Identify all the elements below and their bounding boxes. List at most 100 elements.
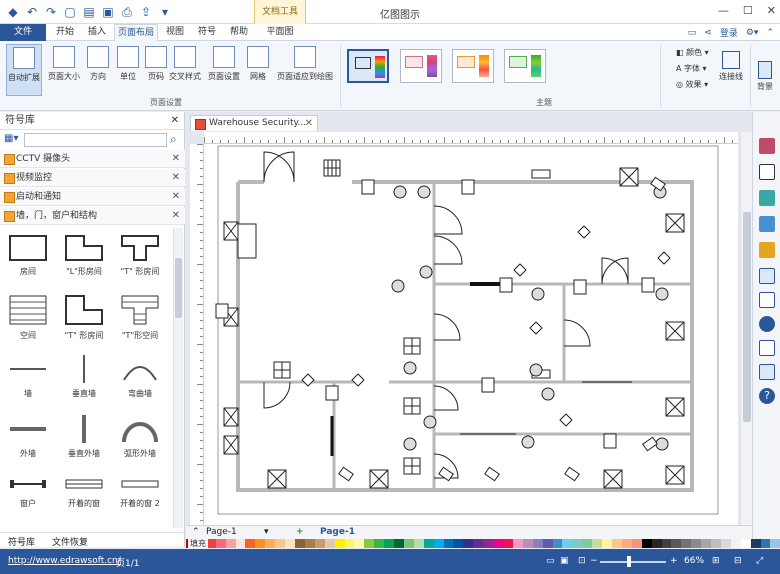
shape-wall[interactable]: 墙 <box>0 354 56 399</box>
palette-swatch[interactable] <box>701 539 712 548</box>
website-link[interactable]: http://www.edrawsoft.cn/ <box>8 556 121 566</box>
palette-swatch[interactable] <box>324 539 335 548</box>
colors-dropdown[interactable]: ◧ 颜色 ▾ <box>676 45 709 61</box>
palette-swatch[interactable] <box>433 539 444 548</box>
palette-swatch[interactable] <box>760 539 771 548</box>
note-icon[interactable] <box>759 340 775 356</box>
page-dropdown-icon[interactable]: ▾ <box>264 527 269 537</box>
maximize-icon[interactable]: ☐ <box>743 4 753 17</box>
category-close-icon[interactable]: ✕ <box>172 150 180 168</box>
palette-swatch[interactable] <box>661 539 672 548</box>
fit-width-icon[interactable]: ⊟ <box>734 556 742 566</box>
palette-swatch[interactable] <box>225 539 236 548</box>
page-size-button[interactable]: 页面大小 <box>46 44 82 96</box>
redo-icon[interactable]: ↷ <box>44 5 58 19</box>
fill-tool-icon[interactable] <box>759 138 775 154</box>
tab-symbol-library[interactable]: 符号库 <box>8 535 35 548</box>
zoom-in-icon[interactable]: + <box>670 556 678 566</box>
category-close-icon[interactable]: ✕ <box>172 207 180 225</box>
close-icon[interactable]: ✕ <box>767 4 776 17</box>
image-tool-icon[interactable] <box>759 216 775 232</box>
palette-swatch[interactable] <box>542 539 553 548</box>
export-icon[interactable]: ⇪ <box>139 5 153 19</box>
layer-tool-icon[interactable] <box>759 242 775 258</box>
grid-button[interactable]: 网格 <box>244 44 272 96</box>
palette-swatch[interactable] <box>275 539 286 548</box>
category-close-icon[interactable]: ✕ <box>172 169 180 187</box>
shape-outer-wall[interactable]: 外墙 <box>0 414 56 459</box>
fit-page-icon[interactable]: ⊡ <box>578 556 586 566</box>
palette-swatch[interactable] <box>245 539 256 548</box>
shape-t-space[interactable]: "T"形空间 <box>112 294 168 341</box>
theme-2[interactable] <box>400 49 442 83</box>
minimize-icon[interactable]: — <box>718 4 729 17</box>
theme-3[interactable] <box>452 49 494 83</box>
palette-swatch[interactable] <box>691 539 702 548</box>
connector-button[interactable]: 连接线 <box>716 47 746 82</box>
shape-space[interactable]: 空间 <box>0 294 56 341</box>
ribbon-collapse-icon[interactable]: ⌃ <box>766 28 774 38</box>
palette-swatch[interactable] <box>720 539 731 548</box>
shape-t-room-2[interactable]: "T" 形房间 <box>56 294 112 341</box>
palette-swatch[interactable] <box>770 539 780 548</box>
undo-icon[interactable]: ↶ <box>25 5 39 19</box>
login-link[interactable]: 登录 <box>720 26 738 39</box>
open-icon[interactable]: ▤ <box>82 5 96 19</box>
palette-swatch[interactable] <box>334 539 345 548</box>
tab-view[interactable]: 视图 <box>160 24 190 41</box>
shape-vertical-outer-wall[interactable]: 垂直外墙 <box>56 414 112 459</box>
palette-swatch[interactable] <box>483 539 494 548</box>
palette-swatch[interactable] <box>443 539 454 548</box>
palette-swatch[interactable] <box>493 539 503 548</box>
shape-arc-outer-wall[interactable]: 弧形外墙 <box>112 414 168 459</box>
palette-swatch[interactable] <box>463 539 474 548</box>
globe-icon[interactable] <box>759 316 775 332</box>
palette-swatch[interactable] <box>314 539 325 548</box>
palette-swatch[interactable] <box>344 539 355 548</box>
palette-swatch[interactable] <box>522 539 533 548</box>
shape-open-window-2[interactable]: 开着的窗 2 <box>112 474 168 509</box>
theme-1[interactable] <box>347 49 389 83</box>
tab-insert[interactable]: 插入 <box>82 24 112 41</box>
share-screen-icon[interactable]: ▭ <box>688 28 697 38</box>
effects-dropdown[interactable]: ◎ 效果 ▾ <box>676 77 709 93</box>
shape-l-room[interactable]: "L"形房间 <box>56 234 112 277</box>
palette-swatch[interactable] <box>473 539 484 548</box>
tab-symbols[interactable]: 符号 <box>192 24 222 41</box>
palette-swatch[interactable] <box>532 539 543 548</box>
view-normal-icon[interactable]: ▭ <box>546 556 555 566</box>
shape-vertical-wall[interactable]: 垂直墙 <box>56 354 112 399</box>
document-tab[interactable]: Warehouse Security... ✕ <box>190 115 318 131</box>
palette-swatch[interactable] <box>512 539 523 548</box>
palette-swatch[interactable] <box>740 539 751 548</box>
settings-gear-icon[interactable]: ⚙▾ <box>746 28 759 38</box>
palette-swatch[interactable] <box>394 539 404 548</box>
library-scrollbar[interactable] <box>173 228 183 528</box>
vertical-scroll-thumb[interactable] <box>743 212 751 422</box>
palette-swatch[interactable] <box>364 539 375 548</box>
palette-swatch[interactable] <box>750 539 761 548</box>
palette-swatch[interactable] <box>423 539 434 548</box>
customize-icon[interactable]: ▾ <box>158 5 172 19</box>
palette-swatch[interactable] <box>255 539 266 548</box>
palette-swatch[interactable] <box>215 539 226 548</box>
palette-swatch[interactable] <box>621 539 632 548</box>
palette-swatch[interactable] <box>453 539 464 548</box>
page-tab[interactable]: Page-1 <box>320 527 355 537</box>
page-selector[interactable]: Page-1 <box>206 527 237 537</box>
jump-style-button[interactable]: 交叉样式 <box>166 44 204 96</box>
palette-swatch[interactable] <box>562 539 573 548</box>
fit-to-drawing-button[interactable]: 页面适应到绘图 <box>274 44 336 96</box>
palette-swatch[interactable] <box>294 539 305 548</box>
category-video[interactable]: 视频监控 ✕ <box>0 169 185 187</box>
shape-open-window[interactable]: 开着的窗 <box>56 474 112 509</box>
tab-home[interactable]: 开始 <box>50 24 80 41</box>
share-icon[interactable]: ⋖ <box>704 28 712 38</box>
palette-swatch[interactable] <box>582 539 593 548</box>
palette-swatch[interactable] <box>413 539 424 548</box>
palette-swatch[interactable] <box>384 539 395 548</box>
palette-swatch[interactable] <box>503 539 513 548</box>
palette-swatch[interactable] <box>711 539 721 548</box>
print-icon[interactable]: ⎙ <box>120 5 134 19</box>
palette-swatch[interactable] <box>681 539 692 548</box>
